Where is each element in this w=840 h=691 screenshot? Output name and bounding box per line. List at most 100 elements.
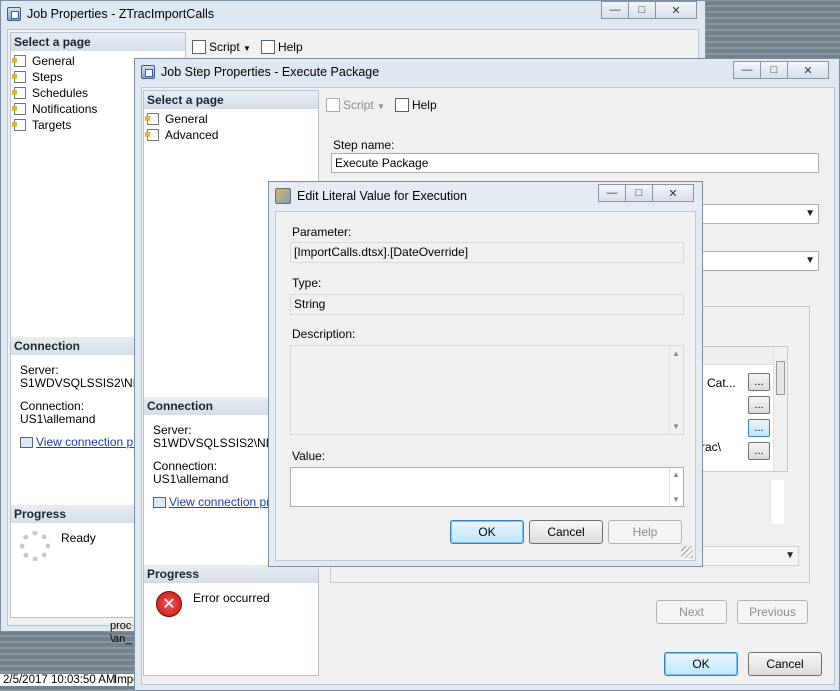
- maximize-button[interactable]: □: [760, 61, 788, 79]
- description-label: Description:: [292, 327, 356, 341]
- app-icon: [141, 65, 155, 79]
- job-page-schedules[interactable]: Schedules: [12, 85, 89, 101]
- grid-header: [693, 347, 773, 365]
- step-page-label: General: [165, 112, 208, 126]
- grid-scroll-thumb[interactable]: [776, 361, 785, 395]
- step-help-label: Help: [411, 97, 437, 112]
- grid-ellipsis-button[interactable]: ...: [748, 442, 770, 460]
- description-scrollbar[interactable]: ▲ ▼: [669, 346, 683, 434]
- minimize-button[interactable]: —: [598, 184, 626, 202]
- job-view-connection[interactable]: View connection pro: [20, 435, 144, 449]
- edit-literal-dialog: Edit Literal Value for Execution — □ ✕ P…: [268, 181, 703, 567]
- step-progress-status: Error occurred: [193, 591, 270, 605]
- step-select-page-header: Select a page: [144, 91, 318, 109]
- job-page-label: General: [32, 54, 75, 68]
- job-connection-label: Connection:: [20, 399, 85, 413]
- step-connection-value: US1\allemand: [153, 472, 229, 486]
- script-icon: [192, 40, 206, 55]
- type-label: Type:: [292, 276, 322, 290]
- help-icon: [394, 98, 409, 113]
- step-script-label: Script: [343, 97, 374, 112]
- job-window-titlebar[interactable]: Job Properties - ZTracImportCalls: [1, 1, 705, 27]
- page-icon: [12, 103, 26, 115]
- job-page-steps[interactable]: Steps: [12, 69, 63, 85]
- job-page-targets[interactable]: Targets: [12, 117, 71, 133]
- description-field: [290, 345, 684, 435]
- job-script-label: Script: [209, 39, 240, 54]
- step-progress-header: Progress: [144, 565, 318, 583]
- page-icon: [12, 87, 26, 99]
- chevron-down-icon: ▼: [377, 101, 385, 111]
- step-view-connection-link[interactable]: View connection pro: [169, 495, 277, 509]
- step-connection-label: Connection:: [153, 459, 218, 473]
- step-name-input[interactable]: Execute Package: [331, 153, 819, 173]
- job-help-button[interactable]: Help: [260, 39, 303, 55]
- page-icon: [145, 129, 159, 141]
- step-server-label: Server:: [153, 423, 192, 437]
- job-log-fragment1: proc: [110, 620, 132, 632]
- job-help-label: Help: [277, 39, 303, 54]
- job-page-general[interactable]: General: [12, 53, 75, 69]
- step-ok-button[interactable]: OK: [664, 652, 738, 676]
- literal-help-button[interactable]: Help: [608, 520, 682, 544]
- grid-ellipsis-button[interactable]: ...: [748, 373, 770, 391]
- step-script-button[interactable]: Script ▼: [326, 98, 385, 113]
- job-server-label: Server:: [20, 363, 59, 377]
- literal-dialog-title: Edit Literal Value for Execution: [297, 189, 468, 203]
- grid-ellipsis-button[interactable]: ...: [748, 396, 770, 414]
- scroll-up-icon[interactable]: ▲: [672, 349, 680, 358]
- step-next-button[interactable]: Next: [656, 600, 727, 624]
- value-input[interactable]: [290, 467, 684, 507]
- job-server-value: S1WDVSQLSSIS2\NDD: [20, 376, 151, 390]
- grid-cell: rac\: [701, 440, 722, 454]
- step-cancel-button[interactable]: Cancel: [748, 652, 822, 676]
- minimize-button[interactable]: —: [733, 61, 761, 79]
- close-button[interactable]: ✕: [655, 1, 697, 19]
- literal-dialog-body: Parameter: [ImportCalls.dtsx].[DateOverr…: [275, 211, 696, 561]
- parameter-label: Parameter:: [292, 225, 352, 239]
- maximize-button[interactable]: □: [628, 1, 656, 19]
- job-page-notifications[interactable]: Notifications: [12, 101, 98, 117]
- job-log-fragment2: \an_: [110, 633, 132, 645]
- job-window-title: Job Properties - ZTracImportCalls: [27, 7, 215, 21]
- grid-ellipsis-button-selected[interactable]: ...: [748, 419, 770, 437]
- close-button[interactable]: ✕: [787, 61, 829, 79]
- literal-ok-button[interactable]: OK: [450, 520, 524, 544]
- job-script-button[interactable]: Script ▼: [192, 40, 251, 55]
- step-help-button[interactable]: Help: [394, 97, 437, 113]
- job-select-page-header: Select a page: [11, 33, 185, 51]
- scroll-down-icon[interactable]: ▼: [672, 495, 680, 504]
- job-page-label: Schedules: [32, 86, 89, 100]
- job-view-connection-link[interactable]: View connection pro: [36, 435, 144, 449]
- value-scrollbar[interactable]: ▲ ▼: [669, 468, 683, 506]
- script-icon: [326, 98, 340, 113]
- close-button[interactable]: ✕: [652, 184, 694, 202]
- parameter-field: [ImportCalls.dtsx].[DateOverride]: [290, 242, 684, 263]
- help-icon: [260, 40, 275, 55]
- literal-cancel-button[interactable]: Cancel: [529, 520, 603, 544]
- maximize-button[interactable]: □: [625, 184, 653, 202]
- step-parameters-grid: l Cat... rac\ ... ... ... ...: [692, 346, 788, 472]
- resize-grip-icon[interactable]: [681, 546, 693, 558]
- step-view-connection[interactable]: View connection pro: [153, 495, 277, 509]
- step-page-general[interactable]: General: [145, 111, 208, 127]
- step-name-label: Step name:: [333, 138, 395, 152]
- step-page-advanced[interactable]: Advanced: [145, 127, 218, 143]
- page-icon: [12, 71, 26, 83]
- page-icon: [145, 113, 159, 125]
- scroll-up-icon[interactable]: ▲: [672, 470, 680, 479]
- step-desc-scrollbar[interactable]: [770, 480, 784, 524]
- app-icon: [7, 7, 21, 21]
- chevron-down-icon: ▼: [243, 43, 251, 53]
- step-previous-button[interactable]: Previous: [737, 600, 808, 624]
- step-server-value: S1WDVSQLSSIS2\NDD: [153, 436, 284, 450]
- job-page-label: Steps: [32, 70, 63, 84]
- scroll-down-icon[interactable]: ▼: [672, 422, 680, 431]
- type-field: String: [290, 294, 684, 315]
- error-icon: ✕: [156, 591, 182, 617]
- grid-scrollbar[interactable]: [773, 347, 787, 471]
- job-page-label: Notifications: [32, 102, 98, 116]
- minimize-button[interactable]: —: [601, 1, 629, 19]
- edit-literal-icon: [275, 188, 291, 204]
- page-icon: [12, 55, 26, 67]
